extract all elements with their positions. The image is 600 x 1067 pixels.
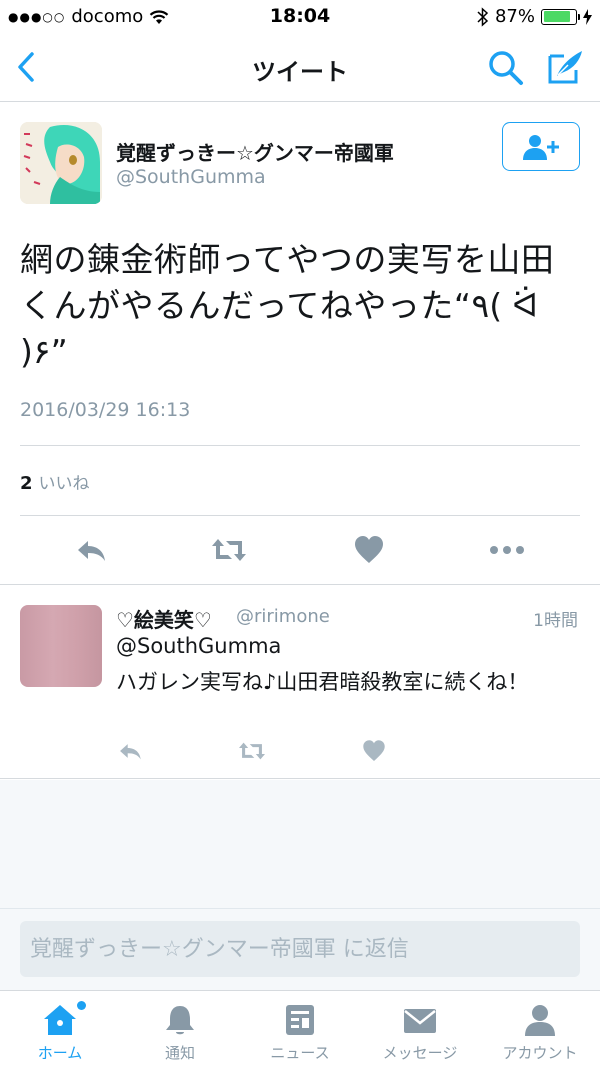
reply-avatar[interactable] xyxy=(20,605,102,687)
reply-tweet[interactable]: ♡絵美笑♡ @ririmone 1時間 @SouthGumma ハガレン実写ね♪… xyxy=(0,586,600,779)
tab-label: 通知 xyxy=(164,1044,195,1062)
tab-news[interactable]: ニュース xyxy=(240,991,360,1067)
like-count-label: いいね xyxy=(38,474,90,494)
author-avatar[interactable] xyxy=(20,122,102,204)
tab-account[interactable]: アカウント xyxy=(480,991,600,1067)
more-icon[interactable] xyxy=(488,533,526,567)
follow-button[interactable] xyxy=(502,122,580,171)
news-icon xyxy=(286,1005,314,1035)
reply-text: ハガレン実写ね♪山田君暗殺教室に続くね！ xyxy=(116,670,529,694)
envelope-icon xyxy=(404,1009,436,1033)
like-count[interactable]: 2 いいね xyxy=(20,469,90,494)
battery-percent: 87% xyxy=(494,6,535,27)
reply-icon[interactable] xyxy=(116,738,144,764)
divider xyxy=(20,445,580,446)
status-bar: ●●●○○ docomo 18:04 87% xyxy=(0,0,600,34)
empty-area xyxy=(0,780,600,908)
notification-dot xyxy=(77,1001,86,1010)
reply-author-handle[interactable]: @ririmone xyxy=(236,606,330,627)
like-count-number: 2 xyxy=(20,473,33,494)
tab-label: アカウント xyxy=(502,1044,578,1062)
bluetooth-icon xyxy=(477,6,489,27)
author-name[interactable]: 覚醒ずっきー☆グンマー帝國軍 xyxy=(116,137,394,166)
like-icon[interactable] xyxy=(352,533,386,567)
reply-time: 1時間 xyxy=(533,611,578,631)
like-icon[interactable] xyxy=(360,738,388,764)
compose-icon[interactable] xyxy=(544,46,586,88)
retweet-icon[interactable] xyxy=(236,738,268,764)
retweet-icon[interactable] xyxy=(210,533,248,567)
reply-input[interactable] xyxy=(20,921,580,977)
divider xyxy=(20,515,580,516)
home-icon xyxy=(44,1005,76,1035)
person-icon xyxy=(525,1005,555,1036)
tab-messages[interactable]: メッセージ xyxy=(360,991,480,1067)
reply-mention[interactable]: @SouthGumma xyxy=(116,634,281,658)
tab-bar: ホーム 通知 ニュース メッセージ アカウント xyxy=(0,990,600,1067)
add-user-icon xyxy=(523,134,559,160)
tab-label: メッセージ xyxy=(382,1044,458,1062)
battery-icon xyxy=(541,8,580,25)
tweet-detail: 覚醒ずっきー☆グンマー帝國軍 @SouthGumma 網の錬金術師ってやつの実写… xyxy=(0,103,600,585)
tab-label: ニュース xyxy=(270,1044,330,1062)
reply-bar xyxy=(0,908,600,990)
tweet-timestamp: 2016/03/29 16:13 xyxy=(20,399,191,421)
charging-icon xyxy=(583,8,592,25)
bell-icon xyxy=(166,1006,194,1035)
tab-notifications[interactable]: 通知 xyxy=(120,991,240,1067)
tab-label: ホーム xyxy=(37,1044,83,1062)
author-handle[interactable]: @SouthGumma xyxy=(116,166,266,188)
tab-home[interactable]: ホーム xyxy=(0,991,120,1067)
search-icon[interactable] xyxy=(486,48,526,88)
navigation-bar: ツイート xyxy=(0,34,600,102)
tweet-text: 網の錬金術師ってやつの実写を山田くんがやるんだってねやった“٩( ᐛ )۶” xyxy=(20,240,555,371)
reply-icon[interactable] xyxy=(74,533,108,567)
reply-author-name[interactable]: ♡絵美笑♡ xyxy=(116,604,212,633)
